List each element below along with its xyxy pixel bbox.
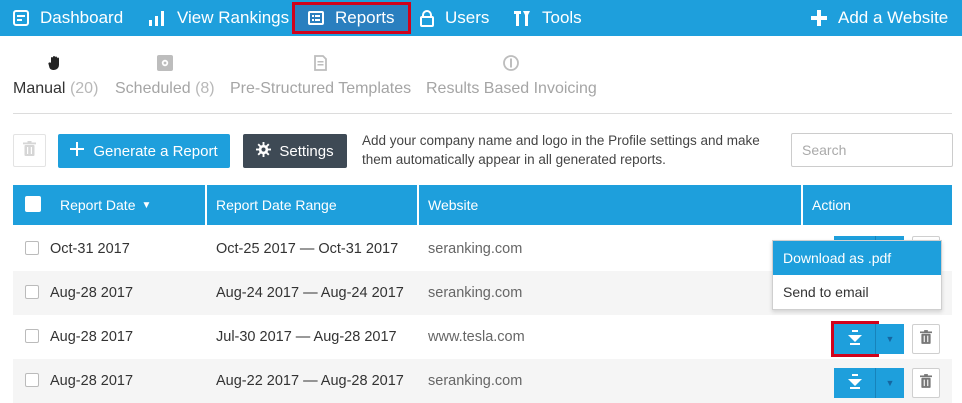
caret-down-icon: ▼ — [885, 334, 895, 344]
plus-icon — [70, 142, 85, 160]
column-separator — [205, 185, 207, 225]
settings-button[interactable]: Settings — [243, 134, 347, 168]
gear-icon — [156, 52, 173, 74]
nav-tools-label: Tools — [542, 8, 582, 27]
tab-pre-structured-label: Pre-Structured Templates — [230, 80, 412, 97]
report-date-range: Aug-24 2017 — Aug-24 2017 — [216, 285, 404, 301]
row-actions: ▼ — [834, 368, 940, 398]
profile-settings-hint: Add your company name and logo in the Pr… — [362, 133, 760, 167]
download-dropdown-toggle[interactable]: ▼ — [876, 324, 904, 354]
report-date: Aug-28 2017 — [50, 285, 134, 301]
nav-view-rankings-label: View Rankings — [177, 8, 290, 27]
column-separator — [417, 185, 419, 225]
tab-scheduled[interactable]: Scheduled (8) — [115, 52, 215, 102]
table-row: Aug-28 2017 Jul-30 2017 — Aug-28 2017 ww… — [13, 315, 952, 359]
download-split-button: ▼ — [831, 321, 904, 357]
download-pdf-option[interactable]: Download as .pdf — [773, 241, 941, 275]
report-website: seranking.com — [428, 241, 523, 257]
dollar-icon — [503, 52, 520, 74]
nav-view-rankings[interactable]: View Rankings — [148, 0, 289, 36]
tab-scheduled-count: (8) — [195, 80, 215, 97]
report-date-range: Jul-30 2017 — Aug-28 2017 — [216, 329, 397, 345]
download-icon — [847, 329, 862, 349]
bar-chart-icon — [148, 10, 166, 26]
dashboard-icon — [13, 10, 29, 26]
row-checkbox[interactable] — [25, 373, 39, 387]
column-action: Action — [812, 185, 851, 225]
delete-report-button[interactable] — [912, 368, 940, 398]
trash-icon — [920, 330, 932, 348]
document-icon — [314, 52, 327, 74]
download-button[interactable] — [831, 321, 879, 357]
column-report-date-range-label: Report Date Range — [216, 197, 337, 213]
column-separator — [801, 185, 803, 225]
tab-scheduled-text: Scheduled (8) — [115, 80, 215, 98]
send-to-email-option[interactable]: Send to email — [773, 275, 941, 309]
tools-icon — [513, 10, 531, 27]
tab-results-invoicing-label: Results Based Invoicing — [426, 80, 597, 97]
download-dropdown-toggle[interactable]: ▼ — [876, 368, 904, 398]
list-icon — [308, 11, 324, 25]
nav-users[interactable]: Users — [420, 0, 489, 36]
search-input[interactable] — [791, 133, 953, 167]
nav-dashboard-label: Dashboard — [40, 8, 124, 27]
generate-report-label: Generate a Report — [93, 142, 218, 160]
lock-icon — [420, 9, 434, 27]
column-website: Website — [428, 185, 478, 225]
column-action-label: Action — [812, 197, 851, 213]
delete-report-button[interactable] — [912, 324, 940, 354]
download-icon — [847, 373, 862, 393]
nav-tools[interactable]: Tools — [513, 0, 582, 36]
add-website-button[interactable]: Add a Website — [811, 0, 948, 36]
column-website-label: Website — [428, 197, 479, 213]
report-date: Aug-28 2017 — [50, 329, 134, 345]
nav-users-label: Users — [445, 8, 490, 27]
row-actions: ▼ — [831, 321, 940, 357]
nav-reports[interactable]: Reports — [292, 2, 411, 34]
report-website: seranking.com — [428, 373, 523, 389]
column-report-date-label: Report Date — [60, 197, 136, 213]
row-checkbox[interactable] — [25, 285, 39, 299]
plus-icon — [811, 10, 827, 26]
download-split-button: ▼ — [834, 368, 904, 398]
row-checkbox[interactable] — [25, 241, 39, 255]
hand-icon — [48, 52, 63, 74]
caret-down-icon: ▼ — [885, 378, 895, 388]
download-button[interactable] — [834, 368, 876, 398]
tab-manual-label: Manual — [13, 80, 66, 97]
top-navigation: Dashboard View Rankings Reports Users To… — [0, 0, 962, 36]
gear-icon — [256, 141, 272, 161]
add-website-label: Add a Website — [838, 8, 949, 27]
generate-report-button[interactable]: Generate a Report — [58, 134, 230, 168]
bulk-delete-button[interactable] — [13, 134, 46, 167]
row-checkbox[interactable] — [25, 329, 39, 343]
report-date: Aug-28 2017 — [50, 373, 134, 389]
trash-icon — [23, 140, 36, 161]
tabs-divider — [13, 113, 952, 114]
nav-reports-label: Reports — [335, 8, 395, 27]
tab-manual[interactable]: Manual (20) — [13, 52, 98, 102]
report-website: www.tesla.com — [428, 329, 525, 345]
tab-scheduled-label: Scheduled — [115, 80, 191, 97]
report-date-range: Oct-25 2017 — Oct-31 2017 — [216, 241, 399, 257]
report-date-range: Aug-22 2017 — Aug-28 2017 — [216, 373, 404, 389]
sort-down-icon: ▼ — [141, 199, 152, 211]
settings-label: Settings — [279, 142, 334, 160]
trash-icon — [920, 374, 932, 392]
tab-pre-structured-templates[interactable]: Pre-Structured Templates — [230, 52, 411, 102]
report-website: seranking.com — [428, 285, 523, 301]
tab-manual-count: (20) — [69, 80, 99, 97]
column-report-date-range: Report Date Range — [216, 185, 337, 225]
table-row: Aug-28 2017 Aug-22 2017 — Aug-28 2017 se… — [13, 359, 952, 403]
tab-manual-text: Manual (20) — [13, 80, 98, 98]
tab-results-based-invoicing[interactable]: Results Based Invoicing — [426, 52, 597, 102]
report-date: Oct-31 2017 — [50, 241, 130, 257]
nav-dashboard[interactable]: Dashboard — [13, 0, 123, 36]
column-report-date[interactable]: Report Date ▼ — [60, 185, 151, 225]
table-header: Report Date ▼ Report Date Range Website … — [13, 185, 952, 225]
select-all-checkbox[interactable] — [25, 196, 41, 212]
download-dropdown-menu: Download as .pdf Send to email — [772, 240, 942, 310]
